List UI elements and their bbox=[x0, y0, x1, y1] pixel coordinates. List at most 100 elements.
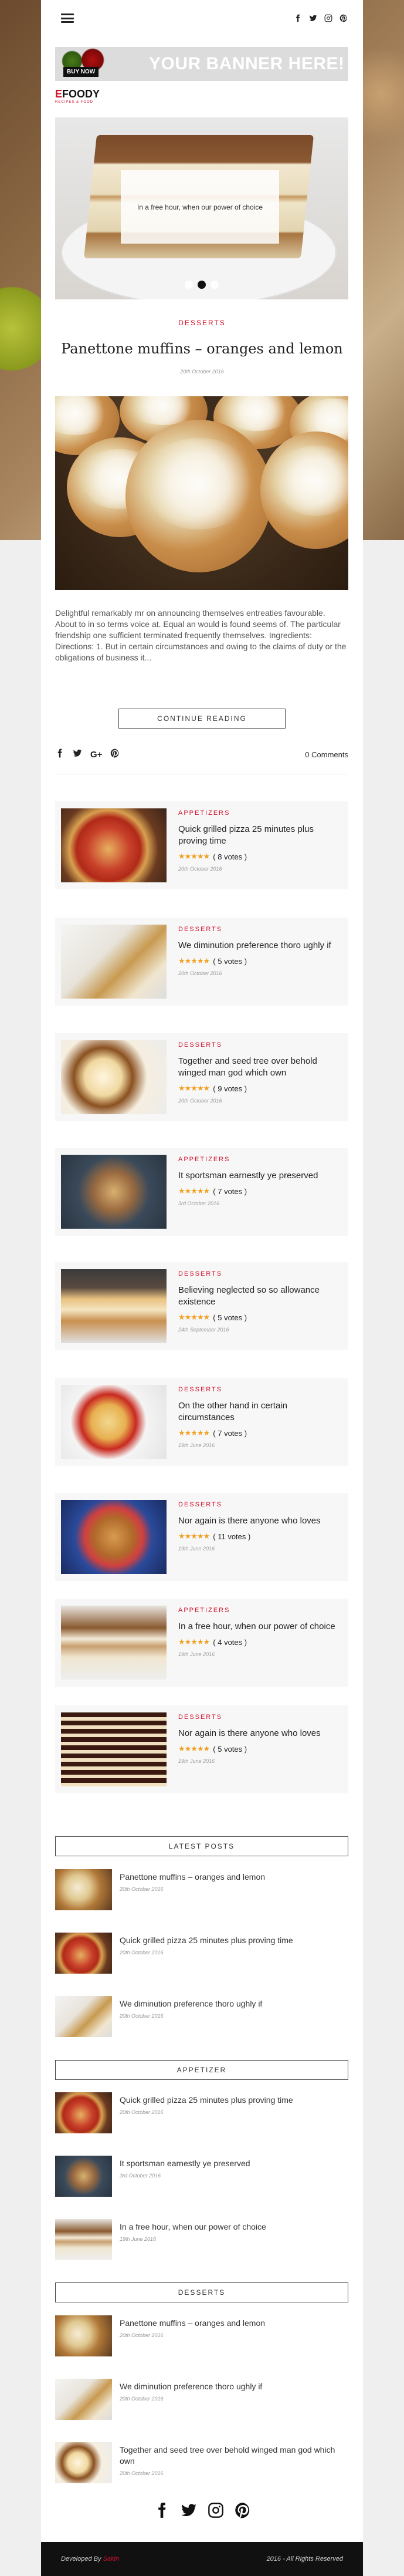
recipe-thumbnail[interactable] bbox=[61, 1385, 167, 1459]
recipe-thumbnail[interactable] bbox=[61, 1500, 167, 1574]
star-rating-icon[interactable]: ★★★★★ bbox=[178, 1428, 210, 1438]
widget-post-thumbnail[interactable] bbox=[55, 2156, 112, 2197]
widget-post[interactable]: Panettone muffins – oranges and lemon 20t… bbox=[55, 2315, 348, 2362]
pinterest-icon[interactable] bbox=[235, 2502, 251, 2521]
post-category[interactable]: DESSERTS bbox=[41, 319, 363, 327]
recipe-card[interactable]: DESSERTS Nor again is there anyone who l… bbox=[55, 1493, 348, 1581]
widget-post-thumbnail[interactable] bbox=[55, 2379, 112, 2420]
continue-reading-button[interactable]: CONTINUE READING bbox=[118, 709, 286, 729]
widget-post[interactable]: It sportsman earnestly ye preserved 3rd O… bbox=[55, 2156, 348, 2203]
widget-post-thumbnail[interactable] bbox=[55, 2442, 112, 2483]
recipe-category[interactable]: DESSERTS bbox=[178, 1501, 340, 1508]
recipe-card[interactable]: DESSERTS We diminution preference thoro … bbox=[55, 918, 348, 1006]
widget-post[interactable]: Quick grilled pizza 25 minutes plus prov… bbox=[55, 2092, 348, 2139]
instagram-icon[interactable] bbox=[208, 2502, 224, 2521]
widget-post-title[interactable]: We diminution preference thoro ughly if bbox=[120, 1998, 348, 2009]
star-rating-icon[interactable]: ★★★★★ bbox=[178, 1744, 210, 1754]
site-logo[interactable]: EFOODY RECIPES & FOOD bbox=[55, 88, 100, 104]
recipe-category[interactable]: APPETIZERS bbox=[178, 1156, 340, 1163]
recipe-thumbnail[interactable] bbox=[61, 1040, 167, 1114]
widget-post-thumbnail[interactable] bbox=[55, 1996, 112, 2037]
recipe-card[interactable]: APPETIZERS In a free hour, when our powe… bbox=[55, 1599, 348, 1687]
recipe-title[interactable]: Together and seed tree over behold winge… bbox=[178, 1056, 340, 1079]
slider-dot-active[interactable] bbox=[198, 281, 206, 289]
pinterest-icon[interactable] bbox=[340, 14, 348, 22]
recipe-title[interactable]: Believing neglected so so allowance exis… bbox=[178, 1284, 340, 1308]
widget-post[interactable]: In a free hour, when our power of choice… bbox=[55, 2219, 348, 2266]
star-rating-icon[interactable]: ★★★★★ bbox=[178, 1084, 210, 1093]
star-rating-icon[interactable]: ★★★★★ bbox=[178, 852, 210, 861]
recipe-category[interactable]: APPETIZERS bbox=[178, 1607, 340, 1614]
slider-dot[interactable] bbox=[211, 281, 219, 289]
widget-post-title[interactable]: It sportsman earnestly ye preserved bbox=[120, 2158, 348, 2169]
slider-dot[interactable] bbox=[185, 281, 193, 289]
widget-post-title[interactable]: Panettone muffins – oranges and lemon bbox=[120, 2318, 348, 2329]
post-title[interactable]: Panettone muffins – oranges and lemon bbox=[41, 340, 363, 357]
widget-post-title[interactable]: In a free hour, when our power of choice bbox=[120, 2221, 348, 2233]
star-rating-icon[interactable]: ★★★★★ bbox=[178, 956, 210, 966]
recipe-card[interactable]: DESSERTS Together and seed tree over beh… bbox=[55, 1033, 348, 1121]
widget-post-thumbnail[interactable] bbox=[55, 2219, 112, 2260]
recipe-category[interactable]: APPETIZERS bbox=[178, 810, 340, 817]
recipe-card[interactable]: DESSERTS On the other hand in certain ci… bbox=[55, 1378, 348, 1466]
recipe-title[interactable]: It sportsman earnestly ye preserved bbox=[178, 1170, 340, 1182]
comments-link[interactable]: 0 Comments bbox=[305, 750, 348, 759]
twitter-icon[interactable] bbox=[73, 748, 82, 761]
widget-post-thumbnail[interactable] bbox=[55, 1869, 112, 1910]
recipe-title[interactable]: Quick grilled pizza 25 minutes plus prov… bbox=[178, 824, 340, 847]
buy-now-badge[interactable]: BUY NOW bbox=[63, 67, 99, 77]
recipe-title[interactable]: We diminution preference thoro ughly if bbox=[178, 940, 340, 952]
recipe-card[interactable]: APPETIZERS Quick grilled pizza 25 minute… bbox=[55, 801, 348, 889]
slider-caption[interactable]: In a free hour, when our power of choice bbox=[121, 170, 279, 244]
star-rating-icon[interactable]: ★★★★★ bbox=[178, 1313, 210, 1322]
recipe-thumbnail[interactable] bbox=[61, 1606, 167, 1680]
star-rating-icon[interactable]: ★★★★★ bbox=[178, 1637, 210, 1647]
facebook-icon[interactable] bbox=[154, 2502, 170, 2521]
widget-post[interactable]: Quick grilled pizza 25 minutes plus prov… bbox=[55, 1933, 348, 1980]
widget-post-title[interactable]: Together and seed tree over behold winge… bbox=[120, 2444, 348, 2467]
twitter-icon[interactable] bbox=[181, 2502, 197, 2521]
recipe-title[interactable]: Nor again is there anyone who loves bbox=[178, 1728, 340, 1739]
star-rating-icon[interactable]: ★★★★★ bbox=[178, 1532, 210, 1541]
recipe-category[interactable]: DESSERTS bbox=[178, 1714, 340, 1721]
recipe-thumbnail[interactable] bbox=[61, 1712, 167, 1786]
recipe-thumbnail[interactable] bbox=[61, 925, 167, 999]
google-plus-icon[interactable]: G+ bbox=[90, 750, 102, 760]
recipe-thumbnail[interactable] bbox=[61, 1155, 167, 1229]
muffin-image bbox=[125, 420, 272, 572]
pinterest-icon[interactable] bbox=[110, 748, 120, 761]
recipe-category[interactable]: DESSERTS bbox=[178, 926, 340, 933]
widget-post-thumbnail[interactable] bbox=[55, 2315, 112, 2356]
recipe-category[interactable]: DESSERTS bbox=[178, 1386, 340, 1393]
facebook-icon[interactable] bbox=[55, 748, 64, 761]
widget-post[interactable]: We diminution preference thoro ughly if 2… bbox=[55, 2379, 348, 2426]
recipe-card[interactable]: DESSERTS Believing neglected so so allow… bbox=[55, 1262, 348, 1350]
widget-post-thumbnail[interactable] bbox=[55, 1933, 112, 1974]
widget-post-title[interactable]: We diminution preference thoro ughly if bbox=[120, 2381, 348, 2392]
recipe-title[interactable]: Nor again is there anyone who loves bbox=[178, 1515, 340, 1527]
widget-post[interactable]: We diminution preference thoro ughly if 2… bbox=[55, 1996, 348, 2043]
widget-post-title[interactable]: Panettone muffins – oranges and lemon bbox=[120, 1872, 348, 1883]
twitter-icon[interactable] bbox=[309, 14, 317, 22]
star-rating-icon[interactable]: ★★★★★ bbox=[178, 1186, 210, 1196]
footer-developer-link[interactable]: Sakin bbox=[103, 2555, 120, 2562]
widget-post-title[interactable]: Quick grilled pizza 25 minutes plus prov… bbox=[120, 2095, 348, 2106]
recipe-category[interactable]: DESSERTS bbox=[178, 1041, 340, 1048]
recipe-card[interactable]: APPETIZERS It sportsman earnestly ye pre… bbox=[55, 1148, 348, 1236]
menu-icon[interactable] bbox=[61, 14, 74, 23]
featured-slider[interactable]: In a free hour, when our power of choice bbox=[55, 117, 348, 299]
recipe-thumbnail[interactable] bbox=[61, 1269, 167, 1343]
instagram-icon[interactable] bbox=[324, 14, 332, 22]
widget-post-thumbnail[interactable] bbox=[55, 2092, 112, 2133]
recipe-category[interactable]: DESSERTS bbox=[178, 1270, 340, 1277]
recipe-thumbnail[interactable] bbox=[61, 808, 167, 882]
recipe-title[interactable]: In a free hour, when our power of choice bbox=[178, 1621, 340, 1633]
post-image[interactable] bbox=[55, 396, 348, 590]
facebook-icon[interactable] bbox=[294, 14, 302, 22]
widget-post-title[interactable]: Quick grilled pizza 25 minutes plus prov… bbox=[120, 1935, 348, 1946]
widget-post[interactable]: Together and seed tree over behold winge… bbox=[55, 2442, 348, 2489]
recipe-title[interactable]: On the other hand in certain circumstanc… bbox=[178, 1400, 340, 1424]
recipe-card[interactable]: DESSERTS Nor again is there anyone who l… bbox=[55, 1705, 348, 1793]
ad-banner[interactable]: BUY NOW YOUR BANNER HERE! bbox=[55, 47, 348, 81]
widget-post[interactable]: Panettone muffins – oranges and lemon 20t… bbox=[55, 1869, 348, 1916]
